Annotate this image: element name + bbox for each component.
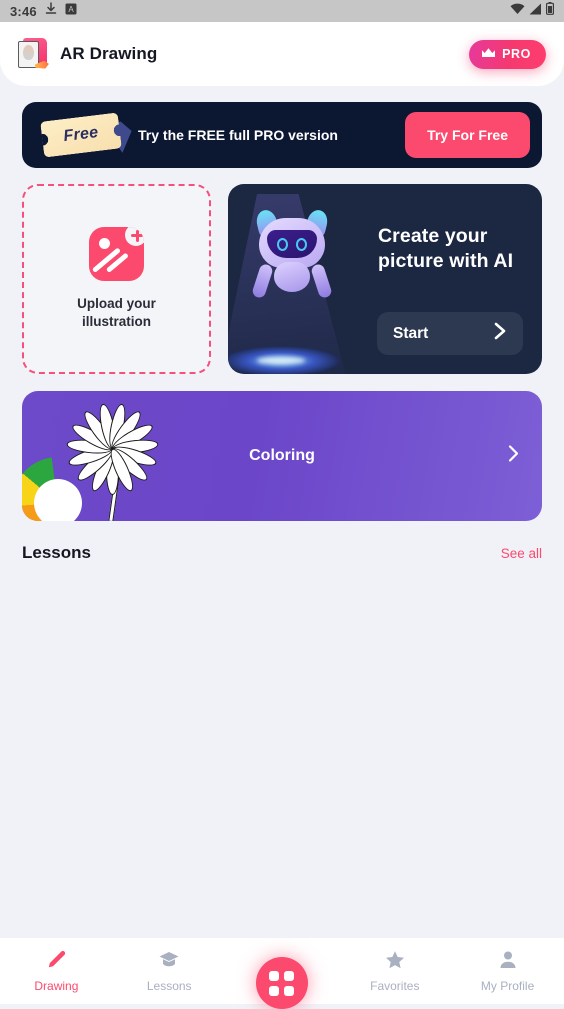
image-plus-icon (89, 226, 144, 281)
nav-label-lessons: Lessons (146, 979, 192, 993)
chevron-right-icon (494, 322, 507, 345)
robot-character-illustration (250, 207, 334, 300)
app-badge-icon: A (65, 2, 77, 20)
upload-illustration-card[interactable]: Upload your illustration (22, 184, 211, 374)
nav-item-drawing[interactable]: Drawing (0, 949, 113, 993)
sketchbook-icon (18, 38, 48, 70)
status-bar: 3:46 A (0, 0, 564, 22)
nav-item-favorites[interactable]: Favorites (338, 949, 451, 993)
main-content: Free Try the FREE full PRO version Try F… (0, 86, 564, 563)
graduation-cap-icon (158, 949, 180, 974)
nav-item-lessons[interactable]: Lessons (113, 949, 226, 993)
try-for-free-button[interactable]: Try For Free (405, 112, 530, 158)
nav-item-my-profile[interactable]: My Profile (451, 949, 564, 993)
status-bar-right-icons (510, 2, 555, 20)
start-button[interactable]: Start (377, 312, 523, 355)
ai-card-title: Create your picture with AI (378, 224, 513, 274)
promo-banner[interactable]: Free Try the FREE full PRO version Try F… (22, 102, 542, 168)
pro-badge-label: PRO (502, 47, 531, 61)
lessons-title: Lessons (22, 543, 91, 562)
wifi-icon (510, 2, 525, 20)
nav-label-drawing: Drawing (34, 979, 79, 993)
battery-icon (546, 2, 555, 20)
nav-label-my-profile: My Profile (480, 979, 535, 993)
signal-icon (529, 2, 542, 20)
upload-card-label: Upload your illustration (77, 295, 156, 331)
ai-title-line2: picture with AI (378, 249, 514, 272)
create-with-ai-card[interactable]: Create your picture with AI Start (228, 184, 542, 374)
grid-icon[interactable] (255, 957, 308, 1009)
pro-badge-button[interactable]: PRO (469, 39, 546, 69)
svg-text:A: A (68, 5, 74, 14)
download-icon (45, 2, 57, 20)
pencil-icon (45, 949, 67, 974)
see-all-link[interactable]: See all (501, 546, 542, 561)
free-ticket-graphic: Free (38, 109, 134, 161)
bottom-navigation: Drawing Lessons Favorites My Profile (0, 938, 564, 1009)
coloring-card-label: Coloring (249, 447, 315, 464)
lessons-section-header: Lessons See all (22, 543, 542, 563)
nav-label-favorites: Favorites (370, 979, 420, 993)
status-bar-left-icons: A (45, 2, 77, 20)
status-bar-time: 3:46 (10, 3, 37, 19)
crown-icon (481, 47, 496, 62)
start-button-label: Start (393, 324, 429, 342)
page-title: AR Drawing (60, 44, 158, 63)
star-icon (384, 949, 406, 974)
app-header: AR Drawing PRO (0, 22, 564, 86)
ticket-label: Free (62, 123, 100, 146)
chevron-right-icon (508, 445, 520, 468)
upload-label-line2: illustration (81, 314, 151, 329)
coloring-card[interactable]: Coloring (22, 391, 542, 521)
person-icon (497, 949, 519, 974)
upload-label-line1: Upload your (77, 295, 156, 311)
glow-platform-decoration (228, 346, 340, 374)
ai-title-line1: Create your (378, 225, 488, 247)
promo-message: Try the FREE full PRO version (138, 127, 338, 143)
feature-cards-row: Upload your illustration Create your pic… (22, 184, 542, 374)
